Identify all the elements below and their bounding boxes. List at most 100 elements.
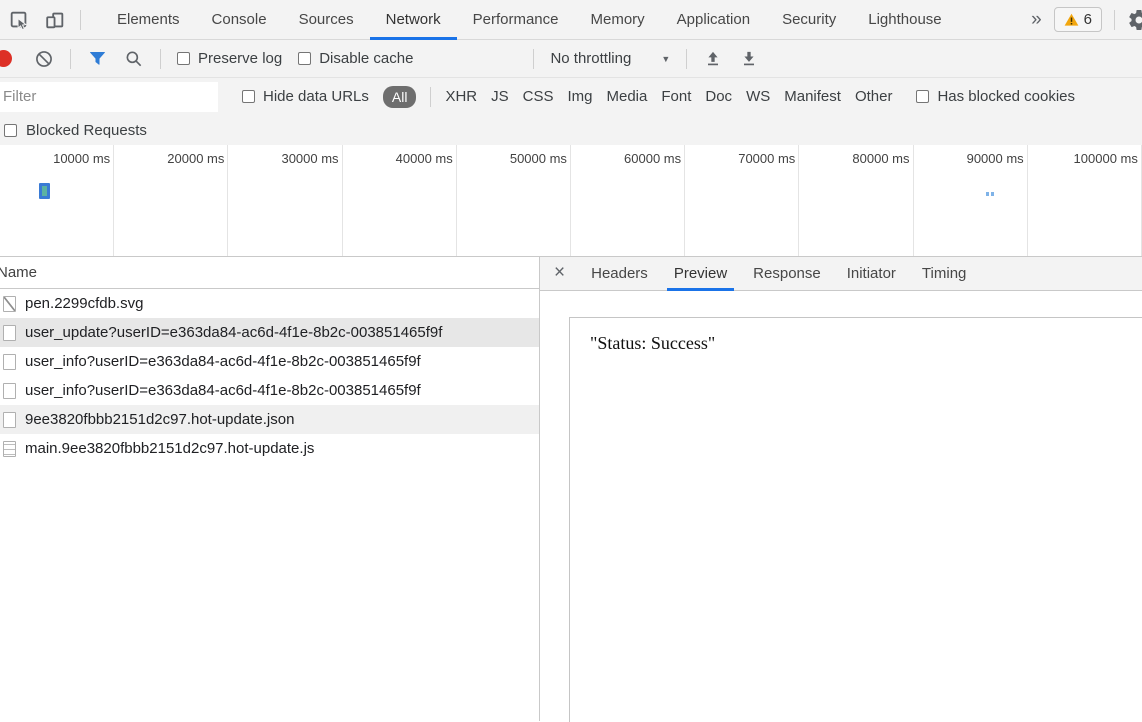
table-row[interactable]: user_info?userID=e363da84-ac6d-4f1e-8b2c… [0, 376, 539, 405]
devtools-tab-bar: Elements Console Sources Network Perform… [0, 0, 1142, 40]
file-icon [3, 353, 16, 370]
close-icon[interactable]: × [540, 262, 578, 286]
tab-application[interactable]: Application [661, 0, 766, 40]
timeline-tick: 40000 ms [343, 145, 457, 256]
has-blocked-cookies-label: Has blocked cookies [937, 88, 1076, 105]
file-icon [3, 324, 16, 341]
has-blocked-cookies-checkbox[interactable]: Has blocked cookies [916, 88, 1075, 105]
hide-data-urls-checkbox[interactable]: Hide data URLs [242, 88, 369, 105]
divider [430, 86, 432, 107]
blocked-requests-bar: Blocked Requests [0, 115, 1142, 145]
blocked-requests-checkbox[interactable] [4, 123, 17, 137]
timeline-tick: 70000 ms [685, 145, 800, 256]
tab-elements[interactable]: Elements [101, 0, 196, 40]
throttling-select[interactable]: No throttling ▼ [550, 50, 670, 67]
tab-performance[interactable]: Performance [457, 0, 575, 40]
checkbox[interactable] [242, 90, 255, 103]
filter-funnel-icon[interactable] [87, 48, 108, 69]
filter-input[interactable] [0, 81, 218, 112]
divider [1114, 9, 1115, 30]
tab-network[interactable]: Network [369, 0, 457, 40]
divider [160, 48, 161, 69]
disable-cache-label: Disable cache [319, 50, 414, 67]
preview-response-box[interactable]: "Status: Success" [569, 317, 1142, 722]
blocked-requests-label: Blocked Requests [26, 121, 147, 139]
divider [70, 48, 71, 69]
checkbox[interactable] [298, 52, 312, 65]
file-icon [3, 411, 16, 428]
name-column-header[interactable]: Name [0, 257, 539, 289]
search-icon[interactable] [124, 49, 144, 69]
timeline-request-dots[interactable] [986, 192, 994, 196]
script-file-icon [3, 440, 16, 457]
timeline-tick: 60000 ms [571, 145, 686, 256]
filter-type-js[interactable]: JS [491, 88, 509, 105]
table-row[interactable]: pen.2299cfdb.svg [0, 289, 539, 318]
clear-icon[interactable] [34, 49, 54, 69]
table-row[interactable]: main.9ee3820fbbb2151d2c97.hot-update.js [0, 434, 539, 463]
filter-type-font[interactable]: Font [661, 88, 691, 105]
checkbox[interactable] [177, 52, 190, 65]
device-toolbar-icon[interactable] [44, 9, 66, 31]
table-row[interactable]: 9ee3820fbbb2151d2c97.hot-update.json [0, 405, 539, 434]
settings-gear-icon[interactable] [1127, 8, 1142, 32]
filter-type-img[interactable]: Img [567, 88, 592, 105]
table-row[interactable]: user_info?userID=e363da84-ac6d-4f1e-8b2c… [0, 347, 539, 376]
request-rows: pen.2299cfdb.svg user_update?userID=e363… [0, 289, 539, 463]
filter-type-manifest[interactable]: Manifest [784, 88, 841, 105]
preserve-log-checkbox[interactable]: Preserve log [177, 50, 282, 67]
filter-type-css[interactable]: CSS [523, 88, 554, 105]
more-tabs-icon[interactable]: » [1031, 10, 1042, 29]
issues-count: 6 [1083, 11, 1092, 28]
inspect-element-icon[interactable] [8, 9, 30, 31]
divider [686, 48, 688, 69]
disable-cache-checkbox[interactable]: Disable cache [298, 50, 413, 67]
filter-type-doc[interactable]: Doc [705, 88, 732, 105]
network-filter-bar: Hide data URLs All XHR JS CSS Img Media … [0, 78, 1142, 115]
timeline-tick: 100000 ms [1028, 145, 1142, 256]
throttling-value: No throttling [550, 50, 632, 67]
request-name: pen.2299cfdb.svg [25, 295, 144, 312]
requests-table: Name pen.2299cfdb.svg user_update?userID… [0, 257, 540, 721]
record-button[interactable] [0, 50, 12, 67]
timeline-tick: 30000 ms [228, 145, 343, 256]
network-overview-timeline[interactable]: 10000 ms 20000 ms 30000 ms 40000 ms 5000… [0, 145, 1142, 257]
hide-data-urls-label: Hide data URLs [263, 88, 369, 105]
tab-headers[interactable]: Headers [584, 257, 655, 291]
checkbox[interactable] [916, 90, 930, 103]
table-row[interactable]: user_update?userID=e363da84-ac6d-4f1e-8b… [0, 318, 539, 347]
tab-console[interactable]: Console [196, 0, 283, 40]
filter-type-ws[interactable]: WS [746, 88, 770, 105]
network-toolbar: Preserve log Disable cache No throttling… [0, 40, 1142, 78]
filter-type-other[interactable]: Other [855, 88, 893, 105]
tab-sources[interactable]: Sources [283, 0, 370, 40]
timeline-tick: 10000 ms [0, 145, 115, 256]
filter-type-all[interactable]: All [382, 85, 417, 108]
tab-security[interactable]: Security [766, 0, 852, 40]
name-column-label: Name [0, 264, 38, 281]
preview-response-text: "Status: Success" [590, 333, 716, 353]
issues-badge[interactable]: 6 [1053, 7, 1102, 32]
filter-type-media[interactable]: Media [607, 88, 648, 105]
timeline-tick: 50000 ms [457, 145, 571, 256]
divider [80, 9, 81, 30]
timeline-tick: 20000 ms [114, 145, 229, 256]
timeline-request-bar[interactable] [39, 183, 50, 199]
tab-response[interactable]: Response [746, 257, 828, 291]
request-name: user_info?userID=e363da84-ac6d-4f1e-8b2c… [25, 353, 421, 370]
tab-lighthouse[interactable]: Lighthouse [852, 0, 957, 40]
filter-type-xhr[interactable]: XHR [445, 88, 477, 105]
preview-panel: "Status: Success" [540, 291, 1142, 722]
timeline-tick: 80000 ms [799, 145, 914, 256]
file-icon [3, 382, 16, 399]
image-file-icon [3, 295, 16, 312]
tab-timing[interactable]: Timing [915, 257, 973, 291]
detail-tab-bar: × Headers Preview Response Initiator Tim… [540, 257, 1142, 291]
tab-preview[interactable]: Preview [666, 257, 735, 291]
tab-initiator[interactable]: Initiator [840, 257, 903, 291]
panel-tabs: Elements Console Sources Network Perform… [101, 0, 958, 40]
export-har-icon[interactable] [739, 49, 759, 69]
import-har-icon[interactable] [703, 49, 723, 69]
tab-memory[interactable]: Memory [575, 0, 661, 40]
chevron-down-icon: ▼ [661, 53, 671, 64]
